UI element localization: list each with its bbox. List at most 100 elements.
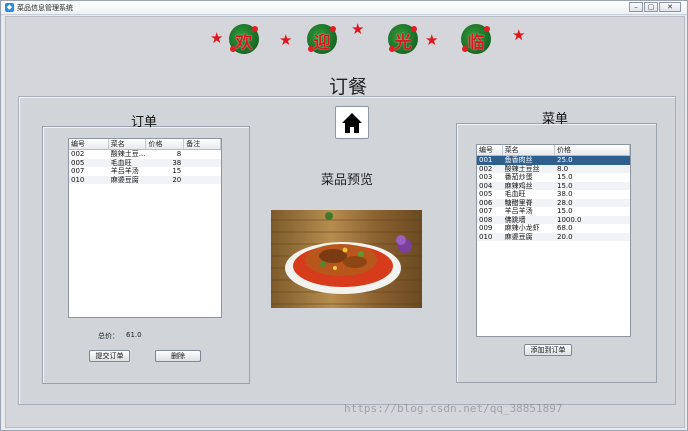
table-cell: 麻婆豆腐 [110,175,139,184]
table-cell: 68.0 [556,224,573,232]
delete-button[interactable]: 删除 [155,350,201,362]
welcome-banner: ★ 欢 ★ 迎 ★ 光 ★ 临 ★ [205,20,525,56]
table-cell: 8 [176,150,182,158]
table-cell [184,167,221,176]
close-button[interactable]: ✕ [659,2,681,12]
table-row[interactable]: 007 羊吕羊汤 15 [69,167,221,176]
table-cell: 38.0 [556,190,573,198]
table-cell: 鱼香肉丝 [504,156,533,164]
dish-preview-image [271,210,422,308]
table-cell: 毛血旺 [110,158,132,167]
table-row[interactable]: 002 酸辣土豆... 8 [69,150,221,159]
table-cell: 007 [71,167,85,175]
table-row[interactable]: 001 鱼香肉丝 25.0 [477,156,630,165]
table-cell: 15 [172,167,182,175]
table-row[interactable]: 002 酸辣土豆丝 8.0 [477,164,630,173]
column-header-id[interactable]: 编号 [477,145,503,155]
table-cell: 麻婆豆腐 [504,232,533,241]
table-row[interactable]: 007 羊吕羊汤 15.0 [477,207,630,216]
window-title: 菜品信息管理系统 [17,4,73,12]
table-row[interactable]: 010 麻婆豆腐 20 [69,175,221,185]
table-cell: 佛跳墙 [504,215,526,224]
table-cell: 麻辣小龙虾 [504,224,540,232]
table-cell: 38 [172,158,182,167]
star-icon: ★ [425,31,439,49]
total-price-label: 总价： [98,332,119,340]
menu-title: 菜单 [542,112,569,127]
column-header-name[interactable]: 菜名 [109,139,147,149]
holly-wreath-4: 临 [459,22,493,56]
column-header-name[interactable]: 菜名 [503,145,555,155]
table-cell: 羊吕羊汤 [504,207,533,215]
star-icon: ★ [210,29,224,47]
table-cell: 006 [479,198,493,207]
table-cell: 番茄炒蛋 [504,173,533,181]
table-cell: 糖醋里脊 [504,198,533,207]
table-cell: 酸辣土豆... [110,150,146,158]
minimize-button[interactable]: – [629,2,643,12]
order-table-header: 编号 菜名 价格 备注 [69,139,221,150]
table-cell: 005 [479,190,493,198]
column-header-price[interactable]: 价格 [146,139,185,149]
table-cell: 20 [172,175,182,184]
table-row[interactable]: 005 毛血旺 38.0 [477,190,630,199]
star-icon: ★ [351,20,365,38]
column-header-note[interactable]: 备注 [184,139,221,149]
banner-char-4: 临 [467,33,485,53]
table-cell: 羊吕羊汤 [110,167,139,175]
holly-wreath-3: 光 [386,22,420,56]
table-row[interactable]: 003 番茄炒蛋 15.0 [477,173,630,182]
maximize-button[interactable]: ▢ [644,2,658,12]
table-cell: 15.0 [556,173,573,181]
order-table-body: 002 酸辣土豆... 8 005 毛血旺 38 007 羊吕羊汤 15 010 麻婆豆腐 20 [69,150,221,184]
table-cell: 010 [479,232,493,241]
page-title: 订餐 [328,76,367,98]
table-cell: 25.0 [556,156,573,164]
table-cell: 20.0 [556,232,573,241]
table-cell: 28.0 [556,198,573,207]
title-bar: ◆ 菜品信息管理系统 – ▢ ✕ [1,1,687,15]
table-cell: 酸辣土豆丝 [504,164,540,173]
table-cell: 15.0 [556,207,573,215]
table-cell: 004 [479,181,493,190]
star-icon: ★ [512,26,526,44]
table-cell [184,159,221,168]
table-cell: 008 [479,215,493,224]
total-price-value: 61.0 [126,331,142,339]
banner-char-3: 光 [394,33,412,53]
menu-table[interactable]: 编号 菜名 价格 001 鱼香肉丝 25.0 002 酸辣土豆丝 8.0 003 番茄炒蛋 15… [476,144,631,337]
table-row[interactable]: 008 佛跳墙 1000.0 [477,215,630,224]
add-to-order-button[interactable]: 添加到订单 [524,344,572,356]
table-cell: 003 [479,173,493,181]
menu-table-header: 编号 菜名 价格 [477,145,630,156]
table-cell: 毛血旺 [504,190,526,198]
table-row[interactable]: 009 麻辣小龙虾 68.0 [477,224,630,233]
table-cell: 007 [479,207,493,215]
table-cell: 005 [71,158,85,167]
column-header-price[interactable]: 价格 [555,145,630,155]
table-row[interactable]: 005 毛血旺 38 [69,158,221,168]
order-table[interactable]: 编号 菜名 价格 备注 002 酸辣土豆... 8 005 毛血旺 38 007 羊吕羊汤 15… [68,138,222,318]
table-cell: 麻辣鸡丝 [504,181,533,190]
table-cell [184,150,221,159]
table-row[interactable]: 006 糖醋里脊 28.0 [477,198,630,207]
table-cell: 1000.0 [556,215,582,224]
column-header-id[interactable]: 编号 [69,139,109,149]
home-icon [342,113,362,133]
table-cell: 009 [479,224,493,232]
submit-order-button[interactable]: 提交订单 [89,350,130,362]
order-title: 订单 [131,115,158,130]
menu-table-body: 001 鱼香肉丝 25.0 002 酸辣土豆丝 8.0 003 番茄炒蛋 15.0 004 麻辣鸡丝… [477,156,630,241]
table-cell: 002 [479,164,493,173]
home-button[interactable] [335,106,369,139]
table-cell: 8.0 [556,164,569,173]
dish-preview-label: 菜品预览 [321,173,374,188]
table-row[interactable]: 004 麻辣鸡丝 15.0 [477,181,630,190]
holly-wreath-2: 迎 [305,22,339,56]
banner-char-1: 欢 [235,33,253,53]
table-cell: 010 [71,175,85,184]
table-row[interactable]: 010 麻婆豆腐 20.0 [477,232,630,241]
watermark-text: https://blog.csdn.net/qq_38851897 [344,402,563,415]
table-cell [184,176,221,185]
holly-wreath-1: 欢 [227,22,261,56]
